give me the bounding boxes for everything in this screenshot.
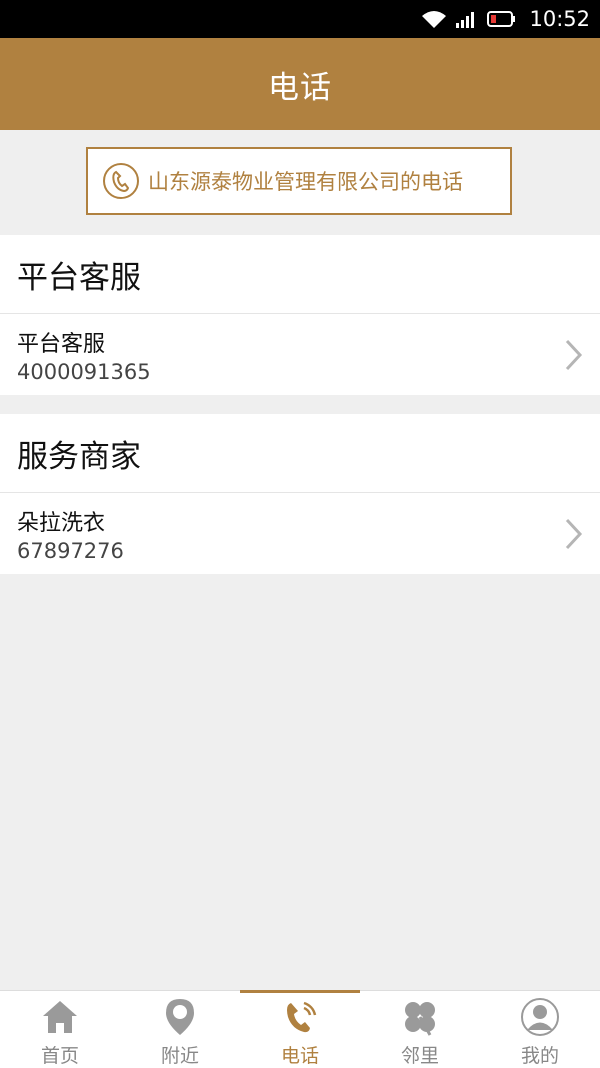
section-title: 服务商家 bbox=[0, 414, 600, 493]
chevron-right-icon bbox=[565, 518, 583, 550]
home-icon bbox=[43, 1001, 77, 1033]
clover-icon bbox=[405, 1002, 435, 1036]
user-icon bbox=[521, 998, 559, 1036]
tab-mine[interactable]: 我的 bbox=[480, 991, 600, 1068]
tab-label: 电话 bbox=[280, 1045, 319, 1067]
tab-label: 附近 bbox=[160, 1045, 199, 1067]
list-item[interactable]: 朵拉洗衣 67897276 bbox=[0, 493, 600, 574]
company-phone-banner[interactable]: 山东源泰物业管理有限公司的电话 bbox=[86, 147, 512, 215]
phone-icon bbox=[103, 163, 139, 199]
contact-phone: 4000091365 bbox=[17, 360, 151, 384]
signal-icon bbox=[456, 12, 475, 28]
status-time: 10:52 bbox=[529, 7, 590, 31]
wifi-icon bbox=[422, 11, 447, 28]
bottom-tab-bar: 首页 附近 电话 邻里 我的 bbox=[0, 990, 600, 1068]
page-title: 电话 bbox=[268, 69, 332, 106]
status-bar: 10:52 bbox=[0, 0, 600, 38]
tab-phone[interactable]: 电话 bbox=[240, 990, 360, 1068]
chevron-right-icon bbox=[565, 339, 583, 371]
tab-label: 我的 bbox=[520, 1045, 559, 1067]
banner-text: 山东源泰物业管理有限公司的电话 bbox=[148, 170, 463, 194]
contact-phone: 67897276 bbox=[17, 539, 124, 563]
contact-name: 平台客服 bbox=[17, 332, 106, 357]
phone-icon bbox=[287, 1001, 317, 1033]
tab-nearby[interactable]: 附近 bbox=[120, 991, 240, 1068]
app-header: 电话 bbox=[0, 38, 600, 130]
section-service-merchants: 服务商家 朵拉洗衣 67897276 bbox=[0, 414, 600, 574]
tab-label: 邻里 bbox=[400, 1045, 439, 1067]
tab-home[interactable]: 首页 bbox=[0, 991, 120, 1068]
tab-label: 首页 bbox=[40, 1045, 79, 1067]
location-pin-icon bbox=[166, 999, 194, 1035]
tab-neighbors[interactable]: 邻里 bbox=[360, 991, 480, 1068]
battery-icon bbox=[487, 11, 516, 27]
list-item[interactable]: 平台客服 4000091365 bbox=[0, 314, 600, 395]
contact-name: 朵拉洗衣 bbox=[17, 511, 106, 536]
section-title: 平台客服 bbox=[0, 235, 600, 314]
section-platform-service: 平台客服 平台客服 4000091365 bbox=[0, 235, 600, 395]
